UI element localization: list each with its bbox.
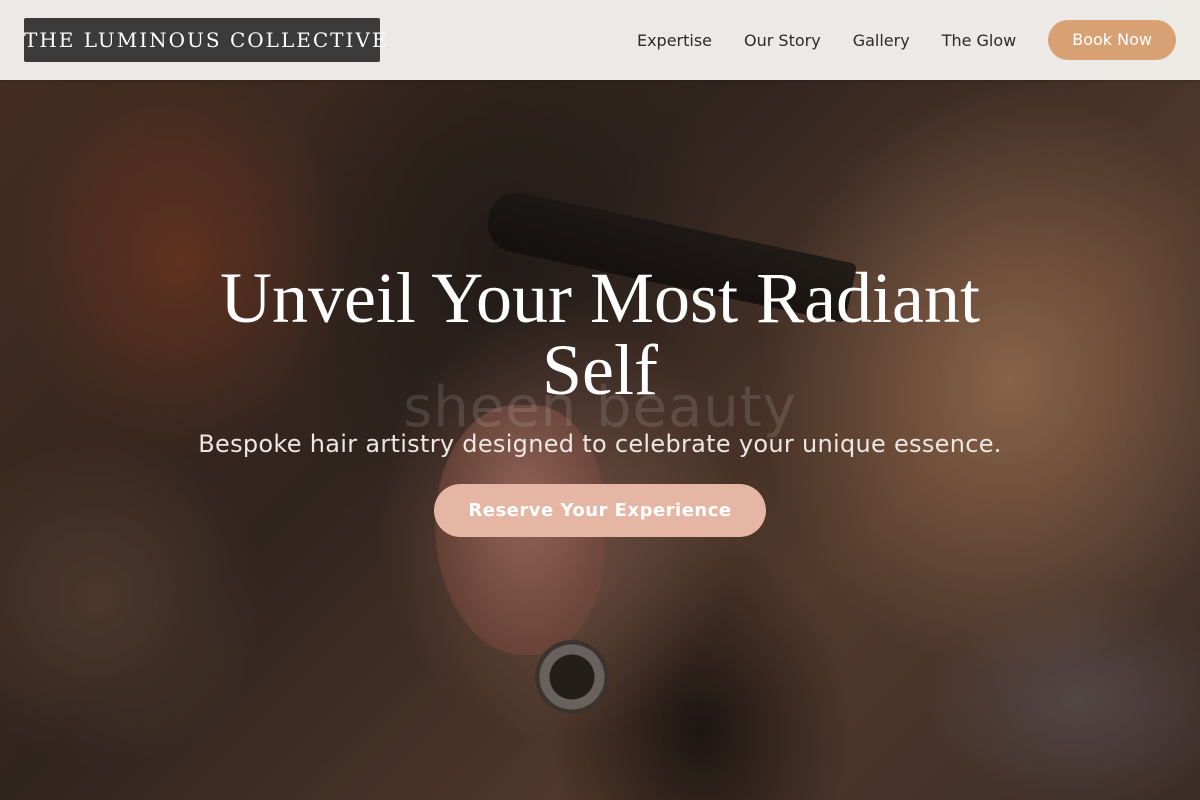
reserve-experience-button[interactable]: Reserve Your Experience bbox=[434, 484, 766, 537]
book-now-button[interactable]: Book Now bbox=[1048, 20, 1176, 60]
nav-link-the-glow[interactable]: The Glow bbox=[942, 31, 1017, 50]
nav-link-our-story[interactable]: Our Story bbox=[744, 31, 821, 50]
page: THE LUMINOUS COLLECTIVE Expertise Our St… bbox=[0, 0, 1200, 800]
brand-logo[interactable]: THE LUMINOUS COLLECTIVE bbox=[24, 18, 386, 62]
main-nav: Expertise Our Story Gallery The Glow Boo… bbox=[637, 20, 1176, 60]
hero-subtitle: Bespoke hair artistry designed to celebr… bbox=[198, 430, 1002, 458]
hero-content: Unveil Your Most Radiant Self Bespoke ha… bbox=[0, 262, 1200, 537]
nav-link-gallery[interactable]: Gallery bbox=[853, 31, 910, 50]
site-header: THE LUMINOUS COLLECTIVE Expertise Our St… bbox=[0, 0, 1200, 80]
nav-link-expertise[interactable]: Expertise bbox=[637, 31, 712, 50]
hero-title: Unveil Your Most Radiant Self bbox=[219, 258, 981, 410]
